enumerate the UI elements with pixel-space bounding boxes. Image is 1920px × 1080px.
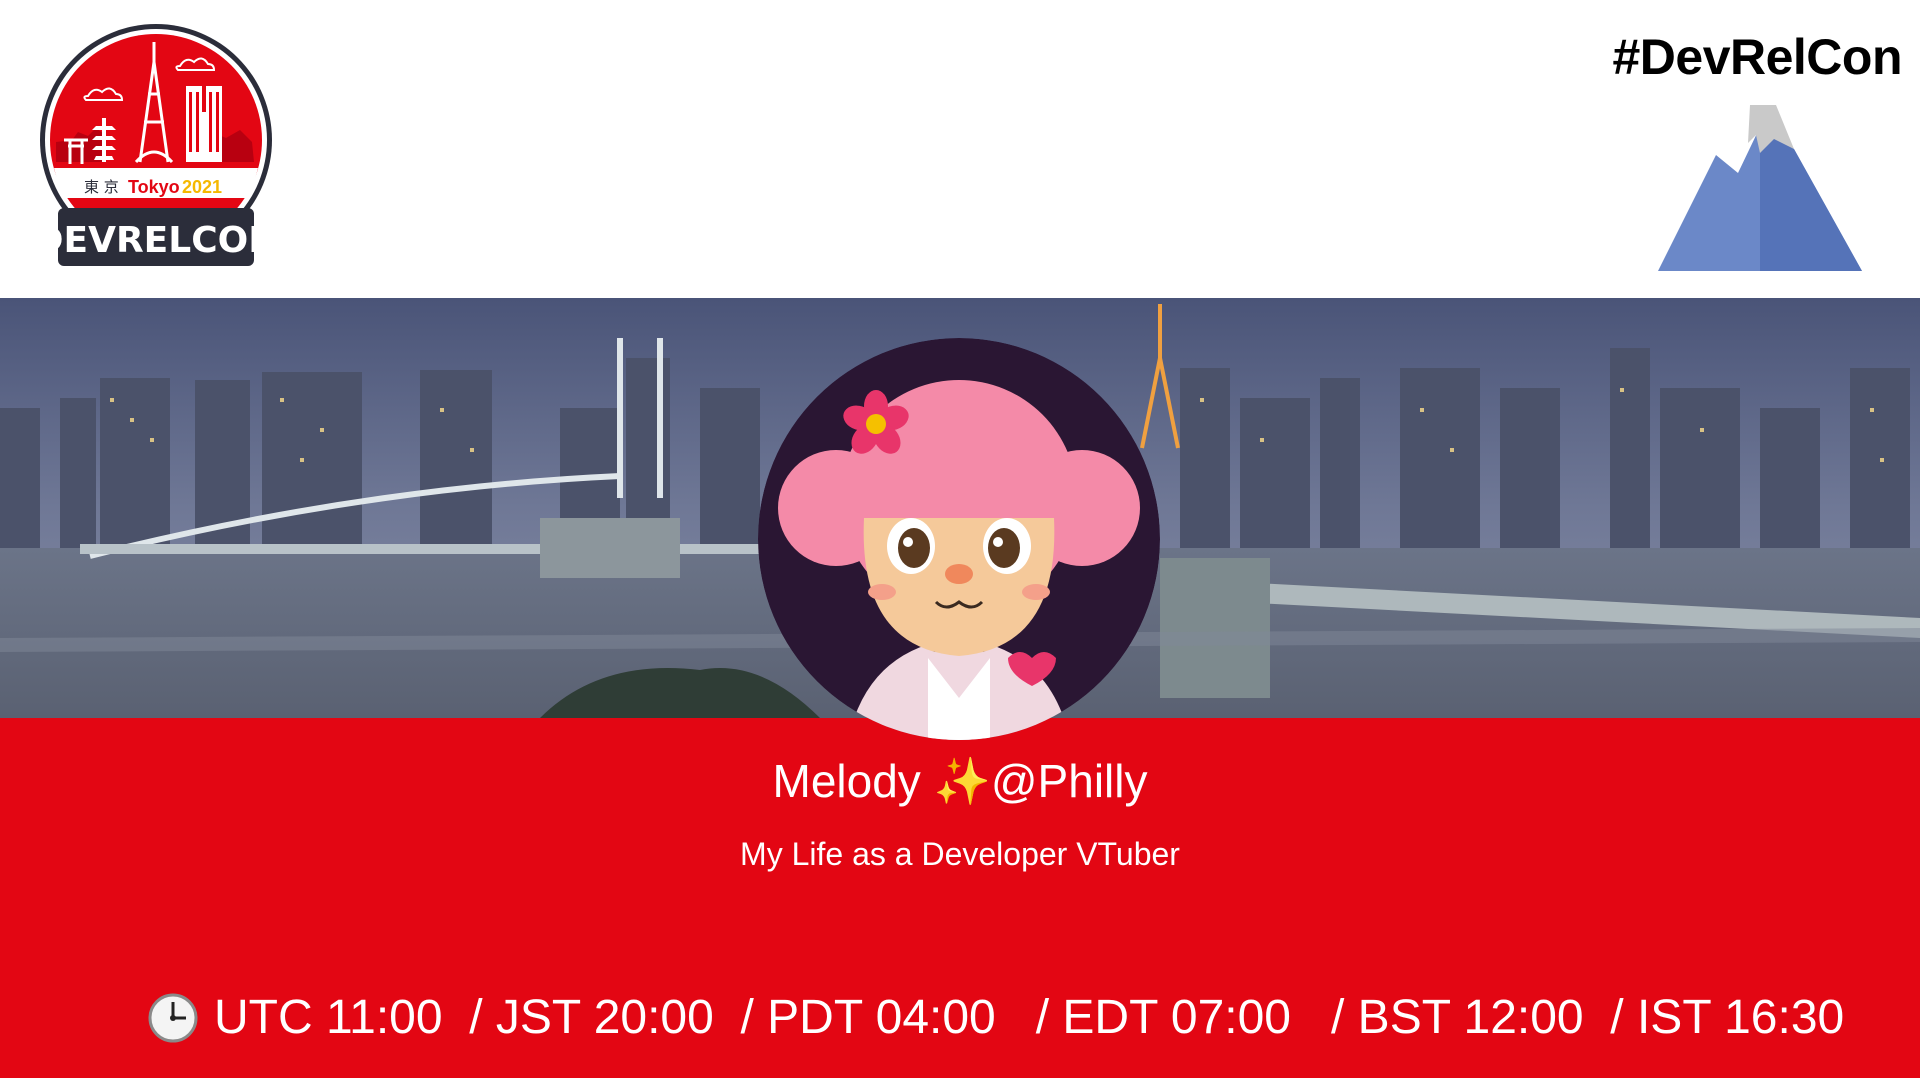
speaker-name: Melody ✨@Philly [772,755,1148,807]
logo-kanji: 東 京 [84,178,119,196]
logo-brand: DEVRELCON [36,220,276,261]
talk-title: My Life as a Developer VTuber [740,836,1180,872]
header: 東 京 Tokyo 2021 DEVRELCON #DevRelCon [0,0,1920,298]
schedule-text: UTC 11:00 / JST 20:00 / PDT 04:00 / EDT … [214,991,1845,1044]
devrelcon-tokyo-logo: 東 京 Tokyo 2021 DEVRELCON [36,24,276,266]
clock-icon [148,993,198,1042]
mount-fuji-icon [1658,105,1862,271]
speaker-avatar [758,338,1160,740]
hashtag: #DevRelCon [1612,29,1902,85]
schedule-times: UTC 11:00 / JST 20:00 / PDT 04:00 / EDT … [148,990,1844,1045]
logo-city: Tokyo [128,177,180,197]
logo-year: 2021 [182,177,222,197]
